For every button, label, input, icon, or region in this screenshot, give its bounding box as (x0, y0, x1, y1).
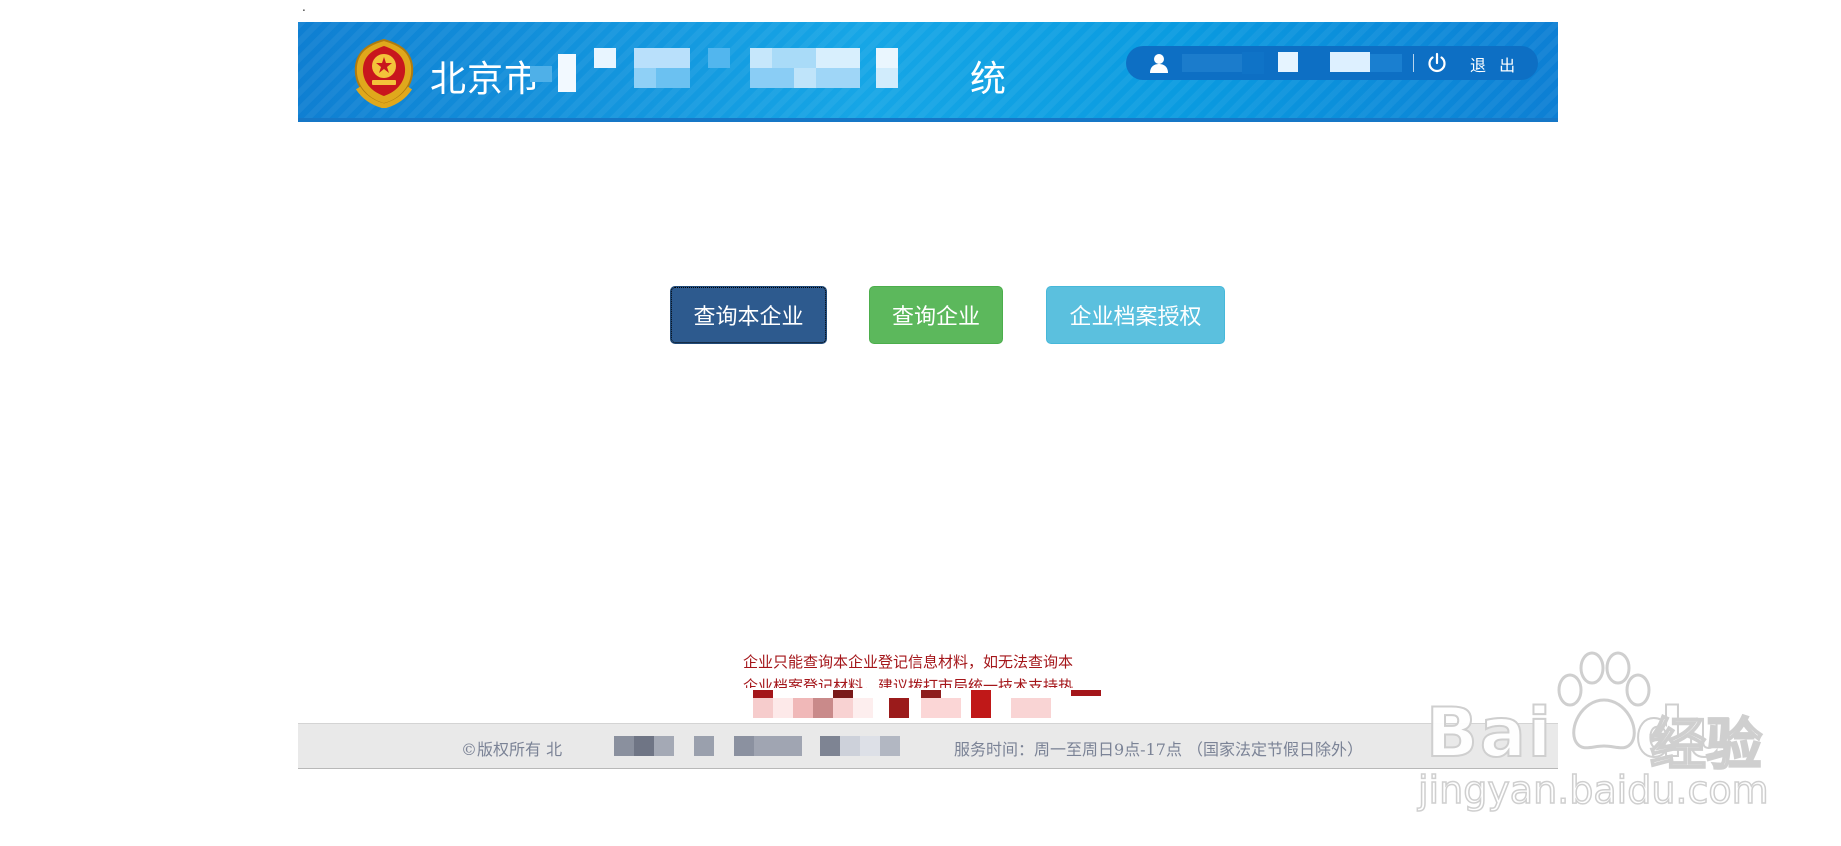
logout-link[interactable]: 退 出 (1470, 52, 1519, 76)
baidu-jingyan-watermark: Bai du 经验 jingyan.baidu.com (1417, 648, 1778, 818)
service-hours-text: 服务时间：周一至周日9点-17点 （国家法定节假日除外） (954, 740, 1364, 759)
redacted-copyright-owner (614, 736, 934, 758)
system-title-start: 北京市 (430, 59, 542, 100)
user-bar-separator (1413, 54, 1414, 72)
query-own-enterprise-button[interactable]: 查询本企业 (670, 286, 827, 344)
notice-line-1: 企业只能查询本企业登记信息材料，如无法查询本 (743, 653, 1074, 671)
user-icon (1150, 54, 1168, 73)
power-icon[interactable] (1426, 52, 1448, 74)
header-banner: 北京市 统 退 出 (298, 22, 1558, 122)
query-enterprise-button[interactable]: 查询企业 (869, 286, 1003, 344)
watermark-url: jingyan.baidu.com (1417, 767, 1769, 813)
page: . 北京市 统 退 出 查询本企业 查询企业 企业档案授权 企业只能查询本企业登… (0, 0, 1841, 846)
redacted-hotline (741, 690, 1121, 718)
notice-line-2: 企业档案登记材料，建议拨打市局统一技术支持热 (743, 677, 1074, 688)
user-bar: 退 出 (1126, 46, 1538, 80)
system-title-end: 统 (970, 59, 1007, 100)
archive-authorization-button[interactable]: 企业档案授权 (1046, 286, 1225, 344)
national-emblem-icon (354, 38, 414, 108)
redacted-title (530, 48, 978, 96)
copyright-text: ©版权所有 北 (461, 740, 563, 759)
stray-dot: . (302, 0, 306, 14)
redacted-username (1182, 50, 1402, 76)
footer-bar: ©版权所有 北 服务时间：周一至周日9点-17点 （国家法定节假日除外） (298, 723, 1558, 769)
notice-text: 企业只能查询本企业登记信息材料，如无法查询本 企业档案登记材料，建议拨打市局统一… (743, 650, 1123, 688)
